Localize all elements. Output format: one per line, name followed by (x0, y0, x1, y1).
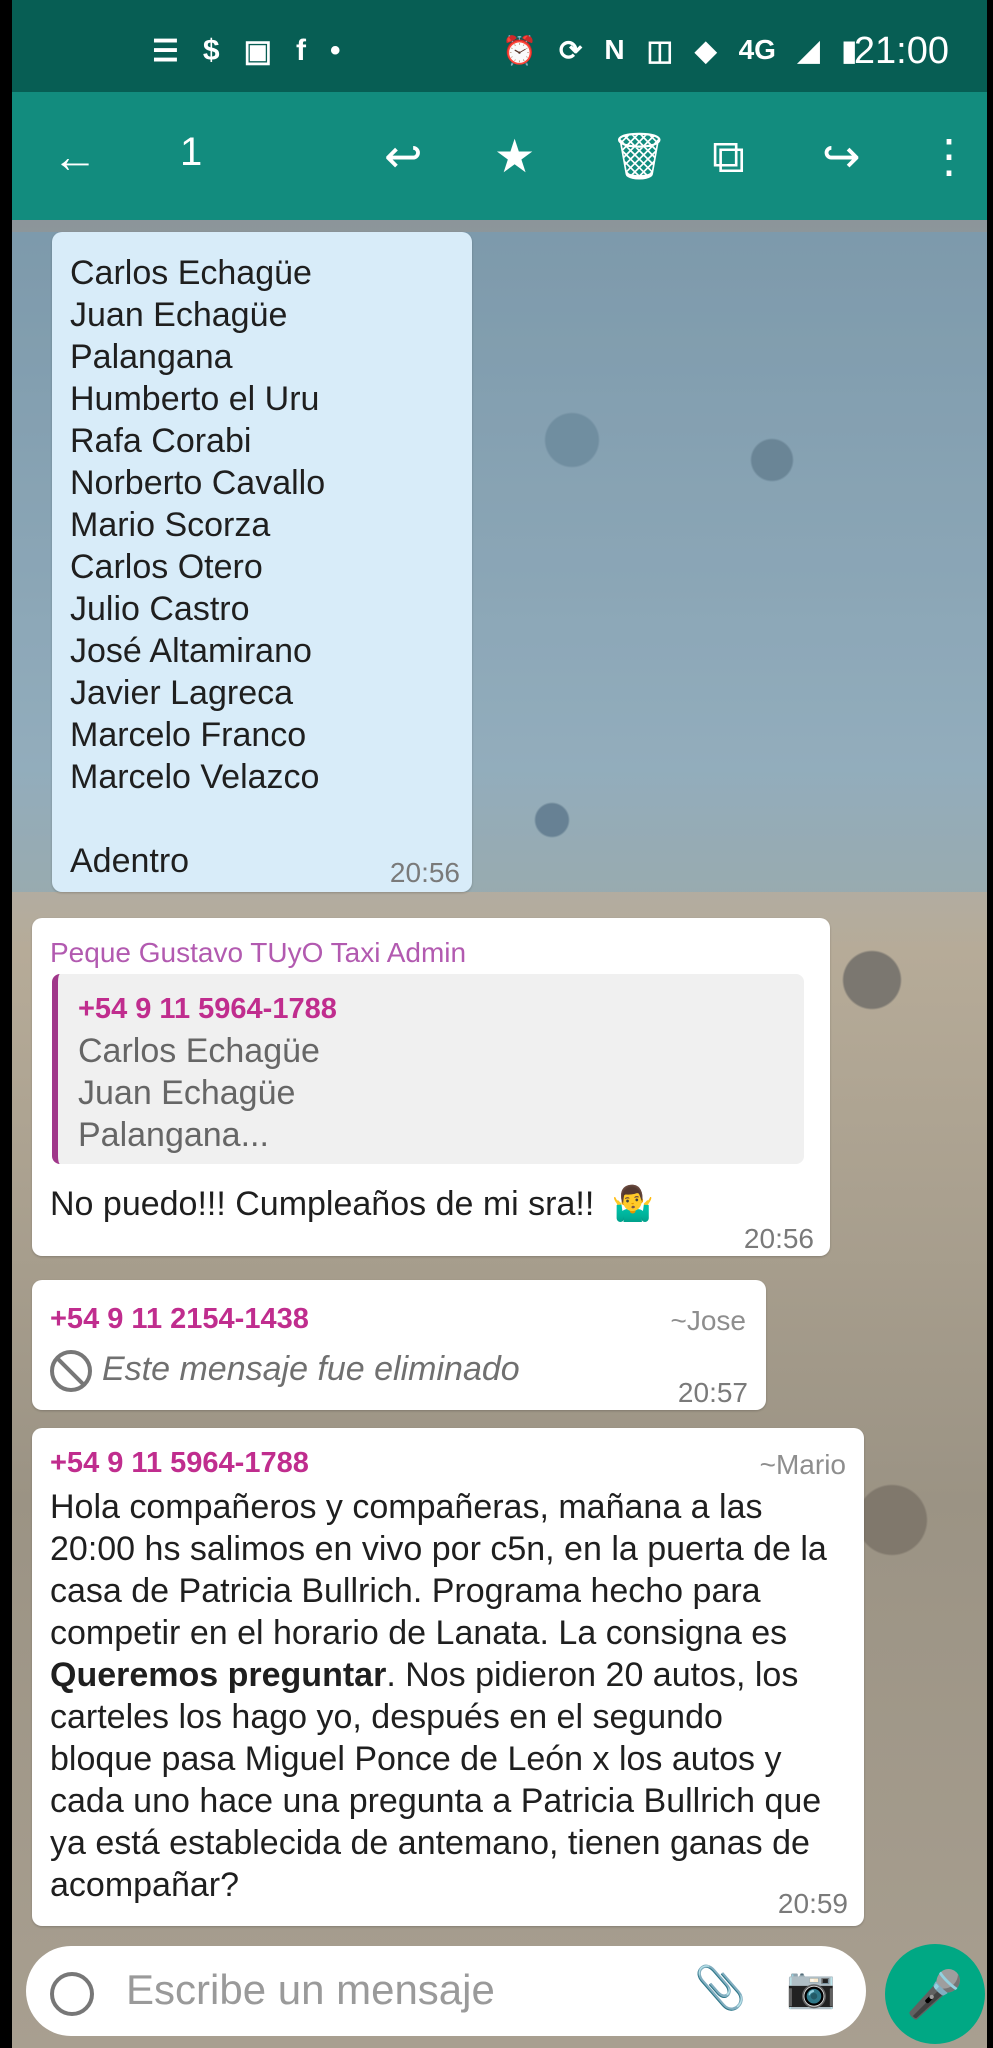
quoted-line: Palangana... (78, 1116, 269, 1154)
status-time: 21:00 (853, 30, 949, 72)
deleted-text: Este mensaje fue eliminado (102, 1350, 520, 1388)
deleted-icon (50, 1350, 92, 1392)
selected-message-text: Carlos Echagüe Juan Echagüe Palangana Humbe… (70, 252, 325, 882)
lte-icon: 4G (738, 34, 776, 65)
sender-number: +54 9 11 5964-1788 (50, 1447, 309, 1479)
deleted-message-bubble[interactable]: +54 9 11 2154-1438 ~Jose Este mensaje fu… (32, 1280, 766, 1410)
reply-icon[interactable]: ↩ (384, 128, 423, 184)
selected-line: José Altamirano (70, 632, 312, 670)
status-bar: ☰ $ ▣ f • ⏰ ⟳ N ◫ ◆ 4G ◢ ▮ 21:00 (12, 0, 987, 92)
long-text-bold: Queremos preguntar (50, 1656, 387, 1694)
delete-icon[interactable]: 🗑 (610, 128, 668, 184)
selected-line: Mario Scorza (70, 506, 271, 544)
facebook-icon: f (295, 34, 306, 67)
sender-name: ~Mario (759, 1449, 846, 1480)
selection-toolbar: ← 1 ↩ ★ 🗑 ⧉ ↪ ⋮ (12, 92, 987, 220)
selected-line (70, 798, 325, 840)
dot-icon: • (329, 34, 341, 67)
selected-message-bubble[interactable]: Carlos Echagüe Juan Echagüe Palangana Humbe… (52, 232, 472, 892)
signal-icon: ◢ (797, 35, 820, 66)
quoted-line: Juan Echagüe (78, 1074, 296, 1112)
quoted-number: +54 9 11 5964-1788 (78, 993, 337, 1025)
more-icon[interactable]: ⋮ (926, 128, 972, 184)
nfc-icon: N (604, 34, 625, 65)
selected-line: Juan Echagüe (70, 296, 288, 334)
long-message-text: Hola compañeros y compañeras, mañana a l… (50, 1486, 830, 1906)
message-input[interactable]: Escribe un mensaje (126, 1966, 495, 2014)
sync-icon: ⟳ (558, 35, 583, 66)
reply-text: No puedo!!! Cumpleaños de mi sra!! (50, 1185, 595, 1223)
emoji-icon[interactable] (50, 1972, 94, 2016)
sender-name: Peque Gustavo TUyO Taxi Admin (50, 937, 467, 968)
mic-button[interactable]: 🎤 (885, 1944, 985, 2044)
message-time: 20:56 (743, 1223, 814, 1254)
selected-line: Javier Lagreca (70, 674, 294, 712)
dollar-icon: $ (202, 34, 220, 67)
phone-screen: ☰ $ ▣ f • ⏰ ⟳ N ◫ ◆ 4G ◢ ▮ 21:00 ← 1 ↩ ★… (12, 0, 987, 2048)
photo-icon: ▣ (243, 35, 272, 68)
attach-icon[interactable]: 📎 (694, 1964, 746, 2013)
menu-icon: ☰ (152, 35, 179, 68)
selected-line: Humberto el Uru (70, 380, 320, 418)
sender-name: ~Jose (670, 1305, 747, 1336)
status-right-icons: ⏰ ⟳ N ◫ ◆ 4G ◢ ▮ (502, 34, 857, 67)
reply-text-row: No puedo!!! Cumpleaños de mi sra!! 🤷‍♂️ (50, 1183, 654, 1225)
star-icon[interactable]: ★ (494, 128, 535, 184)
long-message-bubble[interactable]: +54 9 11 5964-1788 ~Mario Hola compañero… (32, 1428, 864, 1926)
copy-icon[interactable]: ⧉ (712, 128, 745, 184)
alarm-icon: ⏰ (502, 35, 537, 66)
quoted-message[interactable]: +54 9 11 5964-1788 Carlos Echagüe Juan Ec… (52, 974, 804, 1164)
mic-icon: 🎤 (906, 1968, 964, 2020)
selected-line: Marcelo Franco (70, 716, 307, 754)
selected-line: Marcelo Velazco (70, 758, 320, 796)
selected-line: Adentro (70, 842, 190, 880)
status-left-icons: ☰ $ ▣ f • (152, 34, 340, 69)
long-text-before: Hola compañeros y compañeras, mañana a l… (50, 1488, 827, 1652)
selected-line: Carlos Echagüe (70, 254, 312, 292)
quoted-text: Carlos Echagüe Juan Echagüe Palangana... (78, 1030, 788, 1156)
message-input-bar[interactable]: Escribe un mensaje 📎 📷 (26, 1946, 866, 2036)
selected-line: Julio Castro (70, 590, 250, 628)
selected-count: 1 (180, 130, 203, 174)
selected-line: Rafa Corabi (70, 422, 252, 460)
forward-icon[interactable]: ↪ (822, 128, 861, 184)
message-time: 20:56 (389, 857, 460, 888)
vibrate-icon: ◫ (646, 35, 674, 66)
reply-message-bubble[interactable]: Peque Gustavo TUyO Taxi Admin +54 9 11 5… (32, 918, 830, 1256)
wifi-icon: ◆ (695, 35, 717, 66)
selected-line: Palangana (70, 338, 233, 376)
selected-line: Norberto Cavallo (70, 464, 326, 502)
quoted-line: Carlos Echagüe (78, 1032, 320, 1070)
sender-number: +54 9 11 2154-1438 (50, 1303, 309, 1335)
shrug-emoji-icon: 🤷‍♂️ (611, 1185, 655, 1223)
camera-icon[interactable]: 📷 (786, 1964, 836, 2011)
message-time: 20:59 (777, 1888, 848, 1919)
message-time: 20:57 (677, 1377, 748, 1408)
back-arrow-icon[interactable]: ← (52, 128, 98, 184)
selected-line: Carlos Otero (70, 548, 263, 586)
